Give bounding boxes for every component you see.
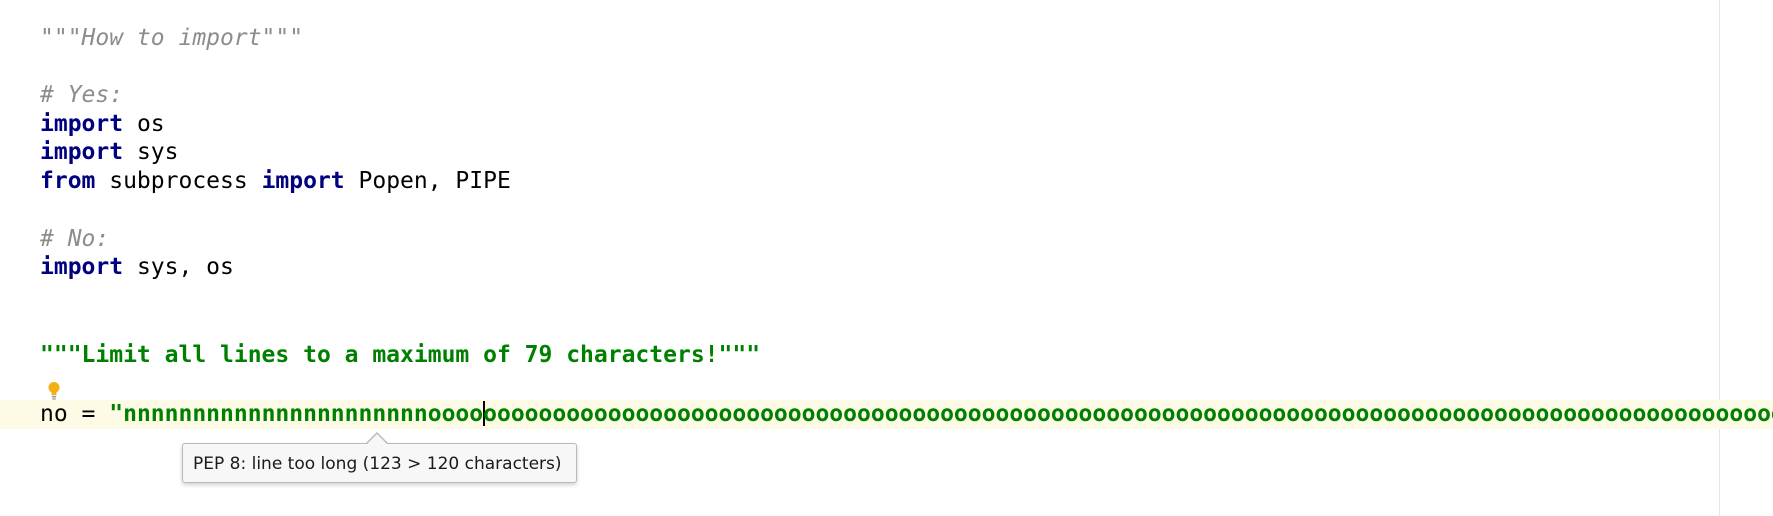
- code-line-7[interactable]: import sys, os: [40, 253, 234, 282]
- code-token-keyword: import: [261, 168, 345, 194]
- code-token-keyword: import: [40, 254, 124, 280]
- code-token-string-bold: """Limit all lines to a maximum of 79 ch…: [40, 342, 761, 368]
- code-line-9[interactable]: no = "nnnnnnnnnnnnnnnnnnnnnnoooooooooooo…: [40, 400, 1773, 429]
- code-line-8[interactable]: """Limit all lines to a maximum of 79 ch…: [40, 341, 760, 370]
- intention-bulb-icon[interactable]: [47, 381, 61, 401]
- code-line-3[interactable]: import os: [40, 110, 165, 139]
- code-token-string-bold: oooooooooooooooooooooooooooooooooooooooo…: [483, 401, 1773, 427]
- code-token-plain: Popen, PIPE: [344, 168, 511, 194]
- code-token-string-bold: "nnnnnnnnnnnnnnnnnnnnnnoooo: [109, 401, 484, 427]
- code-editor[interactable]: """How to import""" # Yes: import os imp…: [0, 0, 1773, 516]
- code-token-plain: subprocess: [95, 168, 262, 194]
- code-line-5[interactable]: from subprocess import Popen, PIPE: [40, 167, 511, 196]
- code-line-6[interactable]: # No:: [40, 225, 109, 254]
- code-token-plain: sys, os: [123, 254, 234, 280]
- code-token-keyword: import: [40, 139, 124, 165]
- code-token-plain: os: [123, 111, 165, 137]
- right-margin-guide: [1719, 0, 1720, 516]
- code-token-keyword: import: [40, 111, 124, 137]
- code-token-comment: # Yes:: [40, 82, 124, 108]
- code-token-keyword: from: [40, 168, 96, 194]
- code-line-1[interactable]: """How to import""": [40, 24, 303, 53]
- inspection-tooltip: PEP 8: line too long (123 > 120 characte…: [182, 443, 577, 483]
- code-token-plain: sys: [123, 139, 179, 165]
- code-line-4[interactable]: import sys: [40, 138, 178, 167]
- tooltip-pointer-fill: [367, 434, 387, 444]
- code-token-comment: # No:: [40, 226, 110, 252]
- code-token-plain: no =: [40, 401, 110, 427]
- code-line-2[interactable]: # Yes:: [40, 81, 123, 110]
- inspection-tooltip-text: PEP 8: line too long (123 > 120 characte…: [193, 454, 562, 474]
- code-token-comment: """How to import""": [40, 25, 304, 51]
